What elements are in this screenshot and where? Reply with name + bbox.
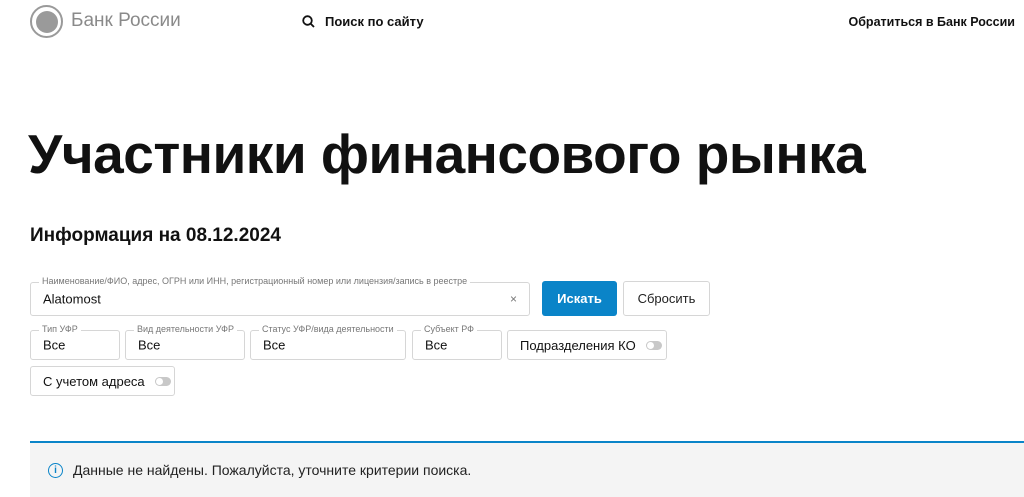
clear-icon[interactable]: × [510,292,517,306]
bank-logo[interactable] [30,5,63,38]
address-toggle[interactable]: С учетом адреса [30,366,175,396]
filter-value: Все [425,337,448,353]
toggle-switch[interactable] [154,376,171,386]
search-submit-button[interactable]: Искать [542,281,617,316]
reset-button[interactable]: Сбросить [623,281,710,316]
search-icon [302,15,315,28]
filter-label: Тип УФР [39,324,81,334]
site-search-button[interactable]: Поиск по сайту [302,14,424,29]
filter-region[interactable]: Субъект РФ Все [412,324,502,360]
search-input-label: Наименование/ФИО, адрес, ОГРН или ИНН, р… [39,276,471,286]
page-subtitle: Информация на 08.12.2024 [30,225,281,246]
filter-label: Вид деятельности УФР [134,324,237,334]
filter-activity-type[interactable]: Вид деятельности УФР Все [125,324,245,360]
eagle-emblem-icon [35,10,58,33]
toggle-switch[interactable] [645,340,662,350]
filter-label: Статус УФР/вида деятельности [259,324,397,334]
no-results-alert: i Данные не найдены. Пожалуйста, уточнит… [30,441,1024,497]
search-input-value[interactable]: Alatomost [43,292,101,307]
search-input[interactable]: Наименование/ФИО, адрес, ОГРН или ИНН, р… [30,276,530,316]
toggle-label: Подразделения КО [520,337,636,353]
filter-status[interactable]: Статус УФР/вида деятельности Все [250,324,406,360]
brand-name[interactable]: Банк России [71,10,181,32]
info-icon: i [48,462,63,478]
toggle-label: С учетом адреса [43,373,145,389]
branches-toggle[interactable]: Подразделения КО [507,330,667,360]
alert-message: Данные не найдены. Пожалуйста, уточните … [73,462,472,478]
filter-value: Все [263,337,286,353]
search-label: Поиск по сайту [325,14,424,29]
contact-link[interactable]: Обратиться в Банк России [848,15,1015,29]
page-title: Участники финансового рынка [28,123,866,185]
filter-value: Все [43,337,66,353]
filter-ufr-type[interactable]: Тип УФР Все [30,324,120,360]
filter-label: Субъект РФ [421,324,477,334]
filter-value: Все [138,337,161,353]
